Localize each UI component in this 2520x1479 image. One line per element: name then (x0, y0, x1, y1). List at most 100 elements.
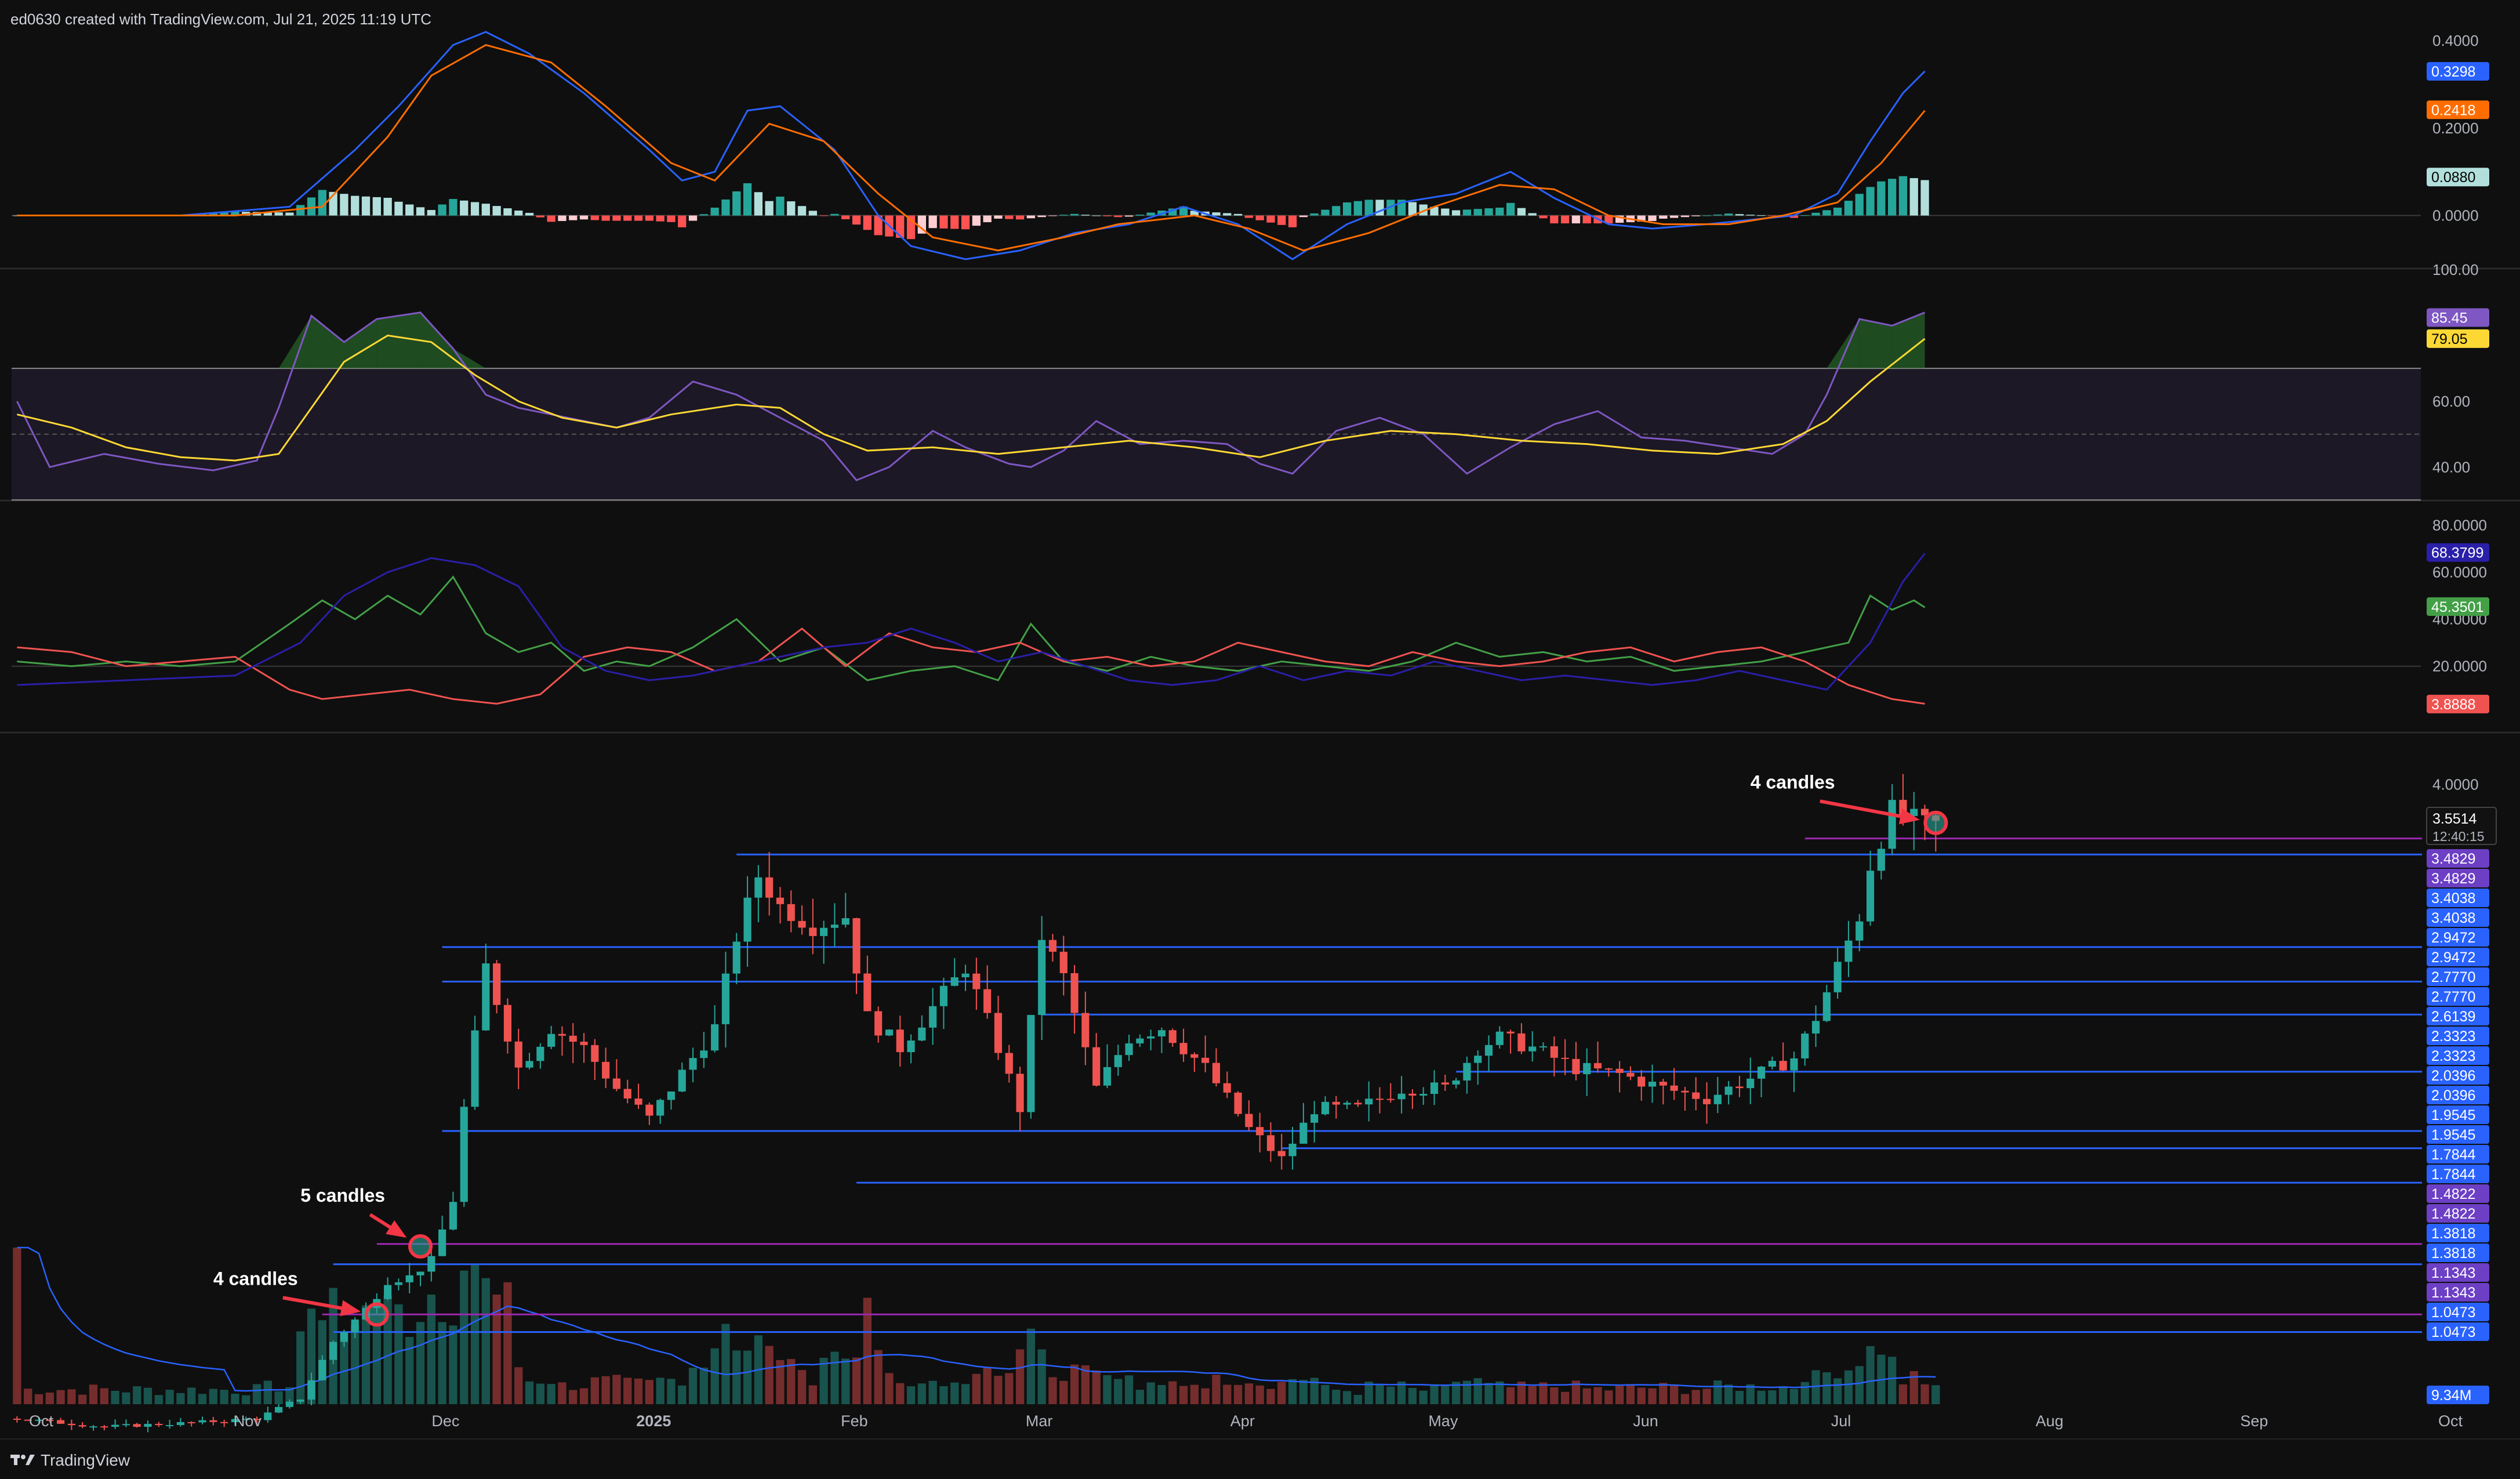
candle-body (1179, 1043, 1188, 1054)
candle-body (1190, 1054, 1199, 1058)
volume-bar (514, 1367, 523, 1404)
volume-bar (1528, 1386, 1537, 1404)
dmi-tick-label: 20.0000 (2432, 658, 2487, 675)
macd-histogram-bar (1277, 215, 1286, 225)
dmi-badge-1-label: 45.3501 (2431, 599, 2483, 615)
macd-histogram-bar (667, 215, 676, 222)
candle-body (1147, 1036, 1155, 1039)
volume-bar (1005, 1373, 1014, 1404)
candle-body (1801, 1033, 1809, 1058)
macd-histogram-bar (372, 197, 381, 216)
macd-histogram-bar (1473, 209, 1482, 216)
candle-body (1201, 1057, 1210, 1063)
level-badge-17: 1.4822 (2427, 1184, 2489, 1203)
x-axis-label: Sep (2240, 1412, 2268, 1430)
volume-bar (1550, 1387, 1559, 1404)
annotation-circle (1923, 810, 1948, 835)
volume-bar (1212, 1375, 1221, 1404)
candle-body (1528, 1046, 1537, 1052)
chart-canvas[interactable]: 0.4000 0.2000 0.0000 0.3298 0.2418 0.0880 100.… (0, 0, 2520, 1478)
candle-body (1430, 1082, 1439, 1094)
candle-body (514, 1041, 522, 1068)
level-badge-23-label: 1.0473 (2431, 1304, 2475, 1321)
volume-bar (678, 1385, 687, 1404)
macd-histogram-bar (1146, 212, 1155, 216)
macd-histogram-bar (1724, 213, 1733, 216)
candle-body (176, 1422, 184, 1425)
candle-body (460, 1107, 468, 1202)
macd-histogram-bar (1451, 210, 1461, 216)
macd-histogram-bar (776, 196, 785, 216)
volume-badge: 9.34M (2427, 1386, 2489, 1404)
macd-tick-label: 0.2000 (2432, 119, 2479, 137)
candle-body (929, 1006, 937, 1028)
macd-histogram-bar (307, 197, 316, 216)
volume-bar (372, 1324, 381, 1404)
level-badge-16: 1.7844 (2427, 1165, 2489, 1183)
level-badge-20: 1.3818 (2427, 1244, 2489, 1262)
tradingview-logo-icon (10, 1455, 35, 1465)
macd-histogram-bar (514, 211, 523, 216)
x-axis-label: Nov (234, 1412, 262, 1430)
volume-bar (994, 1376, 1003, 1404)
macd-histogram-bar (1005, 215, 1014, 219)
volume-bar (1168, 1381, 1177, 1404)
volume-bar (1724, 1384, 1733, 1404)
candle-body (536, 1046, 544, 1061)
candle-body (1517, 1033, 1526, 1052)
volume-bar (612, 1375, 621, 1404)
candle-body (13, 1418, 21, 1420)
candle-body (1397, 1093, 1406, 1100)
candle-body (602, 1061, 610, 1079)
macd-histogram-bar (808, 211, 818, 216)
rsi-tick-label: 60.00 (2432, 393, 2470, 410)
candle-body (918, 1027, 926, 1041)
macd-histogram-bar (1539, 215, 1548, 219)
dmi-badge-0-label: 68.3799 (2431, 545, 2483, 561)
candle-body (1822, 992, 1831, 1021)
volume-bar (874, 1350, 883, 1404)
candle-body (67, 1423, 75, 1426)
candle-body (1713, 1094, 1722, 1104)
level-badge-5-label: 2.9472 (2431, 949, 2475, 966)
annotation-2: 4 candles (1751, 771, 1948, 835)
volume-bar (165, 1390, 174, 1404)
macd-histogram-bar (481, 204, 490, 216)
candle-body (1833, 962, 1842, 992)
volume-bar (198, 1394, 207, 1404)
volume-bar (1779, 1386, 1788, 1404)
x-axis-label: Oct (29, 1412, 54, 1430)
volume-bar (601, 1376, 610, 1404)
volume-bar (797, 1370, 807, 1404)
brand-name: TradingView (41, 1451, 130, 1469)
volume-bar (983, 1368, 992, 1404)
dmi-plus-line (17, 575, 1926, 682)
x-axis-label: Apr (1230, 1412, 1255, 1430)
dmi-tick-label: 80.0000 (2432, 517, 2487, 534)
candle-body (1114, 1055, 1122, 1067)
macd-histogram-bar (274, 212, 283, 216)
volume-bar (13, 1248, 21, 1404)
candle-body (1790, 1058, 1798, 1071)
volume-bar (1506, 1387, 1515, 1404)
volume-bar (623, 1378, 632, 1404)
dmi-badge-1: 45.3501 (2427, 597, 2489, 616)
candle-body (1245, 1114, 1253, 1128)
macd-histogram-bar (830, 213, 839, 216)
volume-bar (1332, 1390, 1341, 1404)
level-badge-3: 3.4038 (2427, 908, 2489, 927)
macd-histogram-bar (797, 206, 807, 216)
level-badge-12: 2.0396 (2427, 1086, 2489, 1104)
level-badge-8-label: 2.6139 (2431, 1009, 2475, 1025)
candle-body (111, 1424, 119, 1427)
level-badge-14-label: 1.9545 (2431, 1127, 2475, 1143)
volume-bar (438, 1322, 446, 1404)
candle-body (1354, 1103, 1362, 1105)
candle-body (307, 1380, 315, 1400)
volume-bar (634, 1378, 643, 1404)
rsi-badge-0-label: 85.45 (2431, 310, 2468, 327)
rsi-badge-0: 85.45 (2427, 308, 2489, 327)
candle-body (1125, 1043, 1133, 1056)
volume-bar (154, 1395, 163, 1404)
volume-bar (1353, 1394, 1363, 1404)
